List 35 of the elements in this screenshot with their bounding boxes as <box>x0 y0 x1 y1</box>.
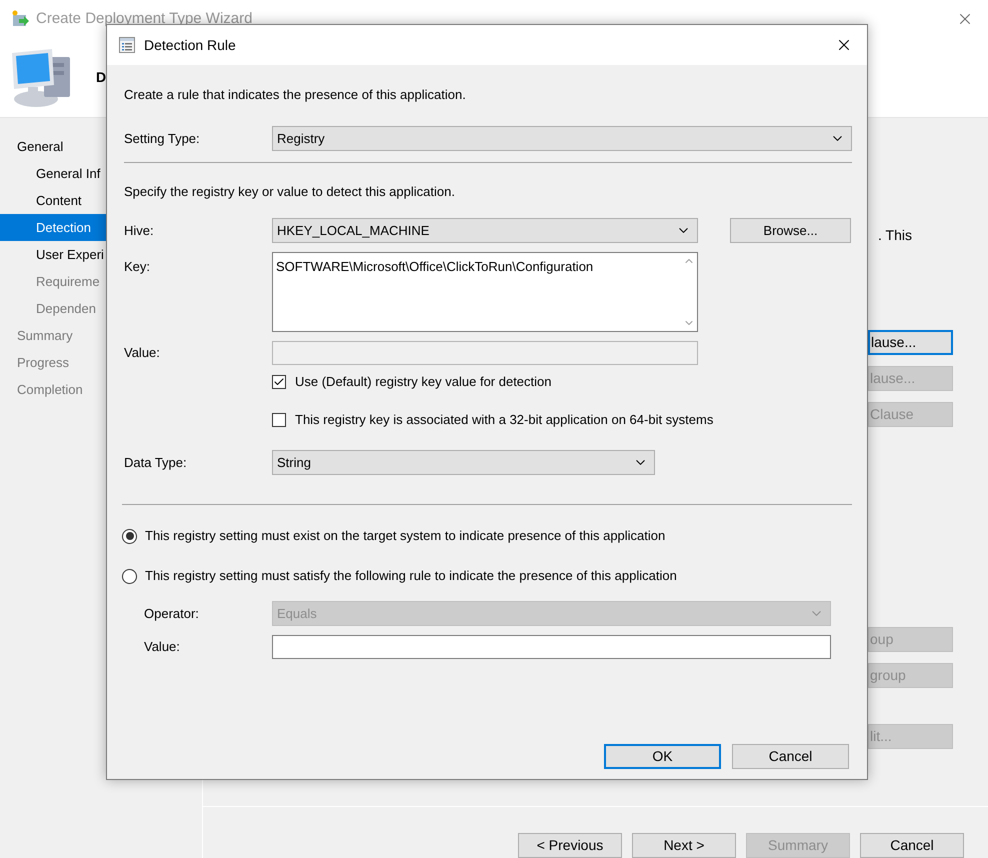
list-icon <box>119 37 135 53</box>
field-label: Operator: <box>143 604 200 623</box>
footer-button[interactable]: < Previous <box>518 833 622 858</box>
checkbox-label: This registry key is associated with a 32-bit application on 64-bit systems <box>295 411 714 430</box>
wizard-icon <box>12 10 30 28</box>
radio-label: This registry setting must satisfy the following rule to indicate the presence of this application <box>145 567 677 586</box>
field-label: Setting Type: <box>124 130 201 148</box>
radio-button[interactable] <box>122 568 137 584</box>
footer-button[interactable]: Next > <box>632 833 736 858</box>
footer-button[interactable]: Cancel <box>860 833 964 858</box>
intro-text: Create a rule that indicates the presence of this application. <box>124 86 466 104</box>
header-title: D <box>96 68 106 87</box>
checkbox[interactable] <box>272 413 286 427</box>
checkbox[interactable] <box>272 375 286 389</box>
radio-button[interactable] <box>122 528 137 544</box>
check-icon <box>273 376 285 388</box>
field-label: Hive: <box>124 222 155 240</box>
setting-type-dropdown[interactable]: Registry <box>272 126 852 151</box>
description-text: . This <box>878 227 912 243</box>
field-label: Data Type: <box>124 454 188 472</box>
field-label: Value: <box>143 638 181 656</box>
dialog-title: Detection Rule <box>144 36 236 54</box>
rule-value-field[interactable] <box>272 635 831 659</box>
data-type-dropdown[interactable]: String <box>272 450 655 475</box>
field-label: Value: <box>124 344 161 362</box>
field-label: Key: <box>124 258 152 276</box>
hive-dropdown[interactable]: HKEY_LOCAL_MACHINE <box>272 218 698 243</box>
side-button[interactable]: lause... <box>868 330 953 355</box>
dialog-button[interactable]: OK <box>604 744 721 769</box>
key-value: SOFTWARE\Microsoft\Office\ClickToRun\Configuration <box>275 258 594 276</box>
checkbox-label: Use (Default) registry key value for detection <box>295 373 552 392</box>
dialog-button[interactable]: Cancel <box>732 744 849 769</box>
browse-button[interactable]: Browse... <box>730 218 851 243</box>
instruction-text: Specify the registry key or value to detect this application. <box>124 183 455 202</box>
radio-label: This registry setting must exist on the target system to indicate presence of this application <box>145 527 666 546</box>
